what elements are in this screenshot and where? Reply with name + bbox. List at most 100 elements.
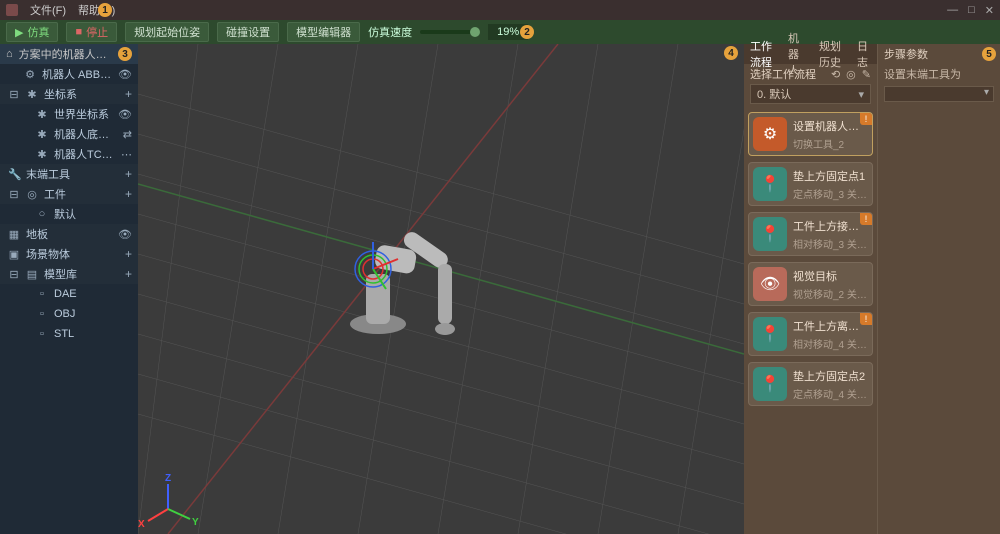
add-icon[interactable]: + <box>125 187 132 201</box>
pin-step-icon: 📍 <box>753 217 787 251</box>
viewport-canvas: Z X Y <box>138 44 744 534</box>
plan-init-pose-button[interactable]: 规划起始位姿 <box>125 22 209 42</box>
tree-item-robot-base-cs[interactable]: ✱ 机器人底座坐... ⇄ <box>0 124 138 144</box>
svg-text:Y: Y <box>192 517 199 528</box>
properties-panel: 步骤参数 5 设置末端工具为 <box>877 44 1000 534</box>
tree-item-scene-objects[interactable]: ▣ 场景物体 + <box>0 244 138 264</box>
tree-group-tool[interactable]: 🔧 末端工具 + <box>0 164 138 184</box>
tree-item-label: 坐标系 <box>44 86 119 102</box>
tree-group-coordinates[interactable]: ⊟ ✱ 坐标系 + <box>0 84 138 104</box>
target-icon[interactable]: ◎ <box>846 68 856 81</box>
menu-bar: 文件(F) 帮助(H) 1 — □ ✕ <box>0 0 1000 20</box>
viewport-3d[interactable]: Z X Y 4 <box>138 44 744 534</box>
file-icon: ▫ <box>36 288 48 300</box>
annotation-4: 4 <box>724 46 738 60</box>
close-icon[interactable]: ✕ <box>985 4 994 17</box>
tree-item-obj[interactable]: ▫ OBJ <box>0 304 138 324</box>
workflow-step[interactable]: 📍垫上方固定点2定点移动_4 关节运动 <box>748 362 873 406</box>
workflow-step[interactable]: ⚙设置机器人末端工具切换工具_2! <box>748 112 873 156</box>
slider-knob[interactable] <box>470 27 480 37</box>
tree-item-label: 场景物体 <box>26 246 119 262</box>
tree-group-model-lib[interactable]: ⊟ ▤ 模型库 + <box>0 264 138 284</box>
tree-item-world-cs[interactable]: ✱ 世界坐标系 👁 <box>0 104 138 124</box>
tree-item-stl[interactable]: ▫ STL <box>0 324 138 344</box>
workflow-step[interactable]: 👁 视觉目标视觉移动_2 关节运动 <box>748 262 873 306</box>
tree-item-default-workpiece[interactable]: ○ 默认 <box>0 204 138 224</box>
step-title: 工件上方离开点 <box>793 318 868 334</box>
warning-icon: ! <box>860 313 872 325</box>
add-icon[interactable]: + <box>125 167 132 181</box>
warning-icon: ! <box>860 113 872 125</box>
workflow-step[interactable]: 📍工件上方离开点相对移动_4 关节运动! <box>748 312 873 356</box>
step-title: 垫上方固定点2 <box>793 368 868 384</box>
step-title: 视觉目标 <box>793 268 868 284</box>
eye-step-icon: 👁 <box>753 267 787 301</box>
step-subtitle: 定点移动_3 关节运动 <box>793 186 868 201</box>
sim-speed-slider[interactable] <box>420 30 480 34</box>
library-icon: ▤ <box>26 268 38 281</box>
scene-tree-panel: ⌂ 方案中的机器人路径... 3 ⚙ 机器人 ABB_CRB... 👁 ⊟ ✱ … <box>0 44 138 534</box>
add-icon[interactable]: + <box>125 87 132 101</box>
property-row-tool: 设置末端工具为 <box>878 64 1000 84</box>
step-title: 垫上方固定点1 <box>793 168 868 184</box>
tab-robot[interactable]: 机器人 <box>788 30 809 78</box>
tab-log[interactable]: 日志 <box>857 38 871 70</box>
simulate-button[interactable]: ▶ 仿真 <box>6 22 58 42</box>
annotation-1: 1 <box>98 3 112 17</box>
more-icon[interactable]: ⋯ <box>121 148 132 161</box>
workflow-step[interactable]: 📍 垫上方固定点1 定点移动_3 关节运动 <box>748 162 873 206</box>
collapse-icon[interactable]: ⊟ <box>8 268 20 281</box>
axes-icon: ✱ <box>26 88 38 101</box>
tree-item-label: STL <box>54 328 132 340</box>
file-icon: ▫ <box>36 308 48 320</box>
tool-icon: 🔧 <box>8 168 20 181</box>
robot-icon: ⚙ <box>24 68 36 81</box>
tree-item-robot-tcp-cs[interactable]: ✱ 机器人TCP坐... ⋯ <box>0 144 138 164</box>
tree-item-label: 世界坐标系 <box>54 106 112 122</box>
right-tabs: 工作流程 机器人 规划历史 日志 <box>744 44 877 64</box>
add-icon[interactable]: + <box>125 247 132 261</box>
menu-file[interactable]: 文件(F) <box>30 2 66 18</box>
tree-item-floor[interactable]: ▦ 地板 👁 <box>0 224 138 244</box>
step-subtitle: 视觉移动_2 关节运动 <box>793 286 868 301</box>
stop-button[interactable]: ■ 停止 <box>66 22 117 42</box>
maximize-icon[interactable]: □ <box>968 4 975 16</box>
pin-step-icon: 📍 <box>753 167 787 201</box>
svg-text:Z: Z <box>165 473 171 484</box>
file-icon: ▫ <box>36 328 48 340</box>
property-tool-combo[interactable] <box>884 86 994 102</box>
annotation-2: 2 <box>520 25 534 39</box>
tree-item-robot[interactable]: ⚙ 机器人 ABB_CRB... 👁 <box>0 64 138 84</box>
collapse-icon[interactable]: ⊟ <box>8 88 20 101</box>
warning-icon: ! <box>860 213 872 225</box>
collapse-icon[interactable]: ⊟ <box>8 188 20 201</box>
tree-group-workpiece[interactable]: ⊟ ◎ 工件 + <box>0 184 138 204</box>
workflow-combo[interactable]: 0. 默认 <box>750 84 871 104</box>
tree-item-label: 地板 <box>26 226 112 242</box>
visibility-icon[interactable]: 👁 <box>118 68 132 81</box>
link-icon[interactable]: ⇄ <box>123 128 132 141</box>
tree-item-label: DAE <box>54 288 132 300</box>
circle-icon: ○ <box>36 208 48 220</box>
add-icon[interactable]: + <box>125 267 132 281</box>
workflow-step[interactable]: 📍工件上方接近点相对移动_3 关节运动! <box>748 212 873 256</box>
tree-item-label: 机器人底座坐... <box>54 126 117 142</box>
visibility-icon[interactable]: 👁 <box>118 228 132 241</box>
minimize-icon[interactable]: — <box>947 4 958 16</box>
axes-icon: ✱ <box>36 128 48 141</box>
tree-item-dae[interactable]: ▫ DAE <box>0 284 138 304</box>
collision-settings-button[interactable]: 碰撞设置 <box>217 22 279 42</box>
cube-icon: ▣ <box>8 248 20 261</box>
scene-tree-header: ⌂ 方案中的机器人路径... 3 <box>0 44 138 64</box>
pin-step-icon: 📍 <box>753 367 787 401</box>
model-editor-button[interactable]: 模型编辑器 <box>287 22 360 42</box>
visibility-icon[interactable]: 👁 <box>118 108 132 121</box>
workflow-panel: 工作流程 机器人 规划历史 日志 选择工作流程 ⟲ ◎ ✎ 0. 默认 ⚙设置机… <box>744 44 877 534</box>
workflow-steps: ⚙设置机器人末端工具切换工具_2!📍垫上方固定点1定点移动_3 关节运动📍工件上… <box>744 108 877 534</box>
home-icon: ⌂ <box>6 48 13 60</box>
tab-workflow[interactable]: 工作流程 <box>750 38 778 70</box>
workpiece-icon: ◎ <box>26 188 38 201</box>
robot-model <box>350 229 455 335</box>
axis-gizmo: Z X Y <box>138 473 199 530</box>
tab-plan-history[interactable]: 规划历史 <box>819 38 847 70</box>
